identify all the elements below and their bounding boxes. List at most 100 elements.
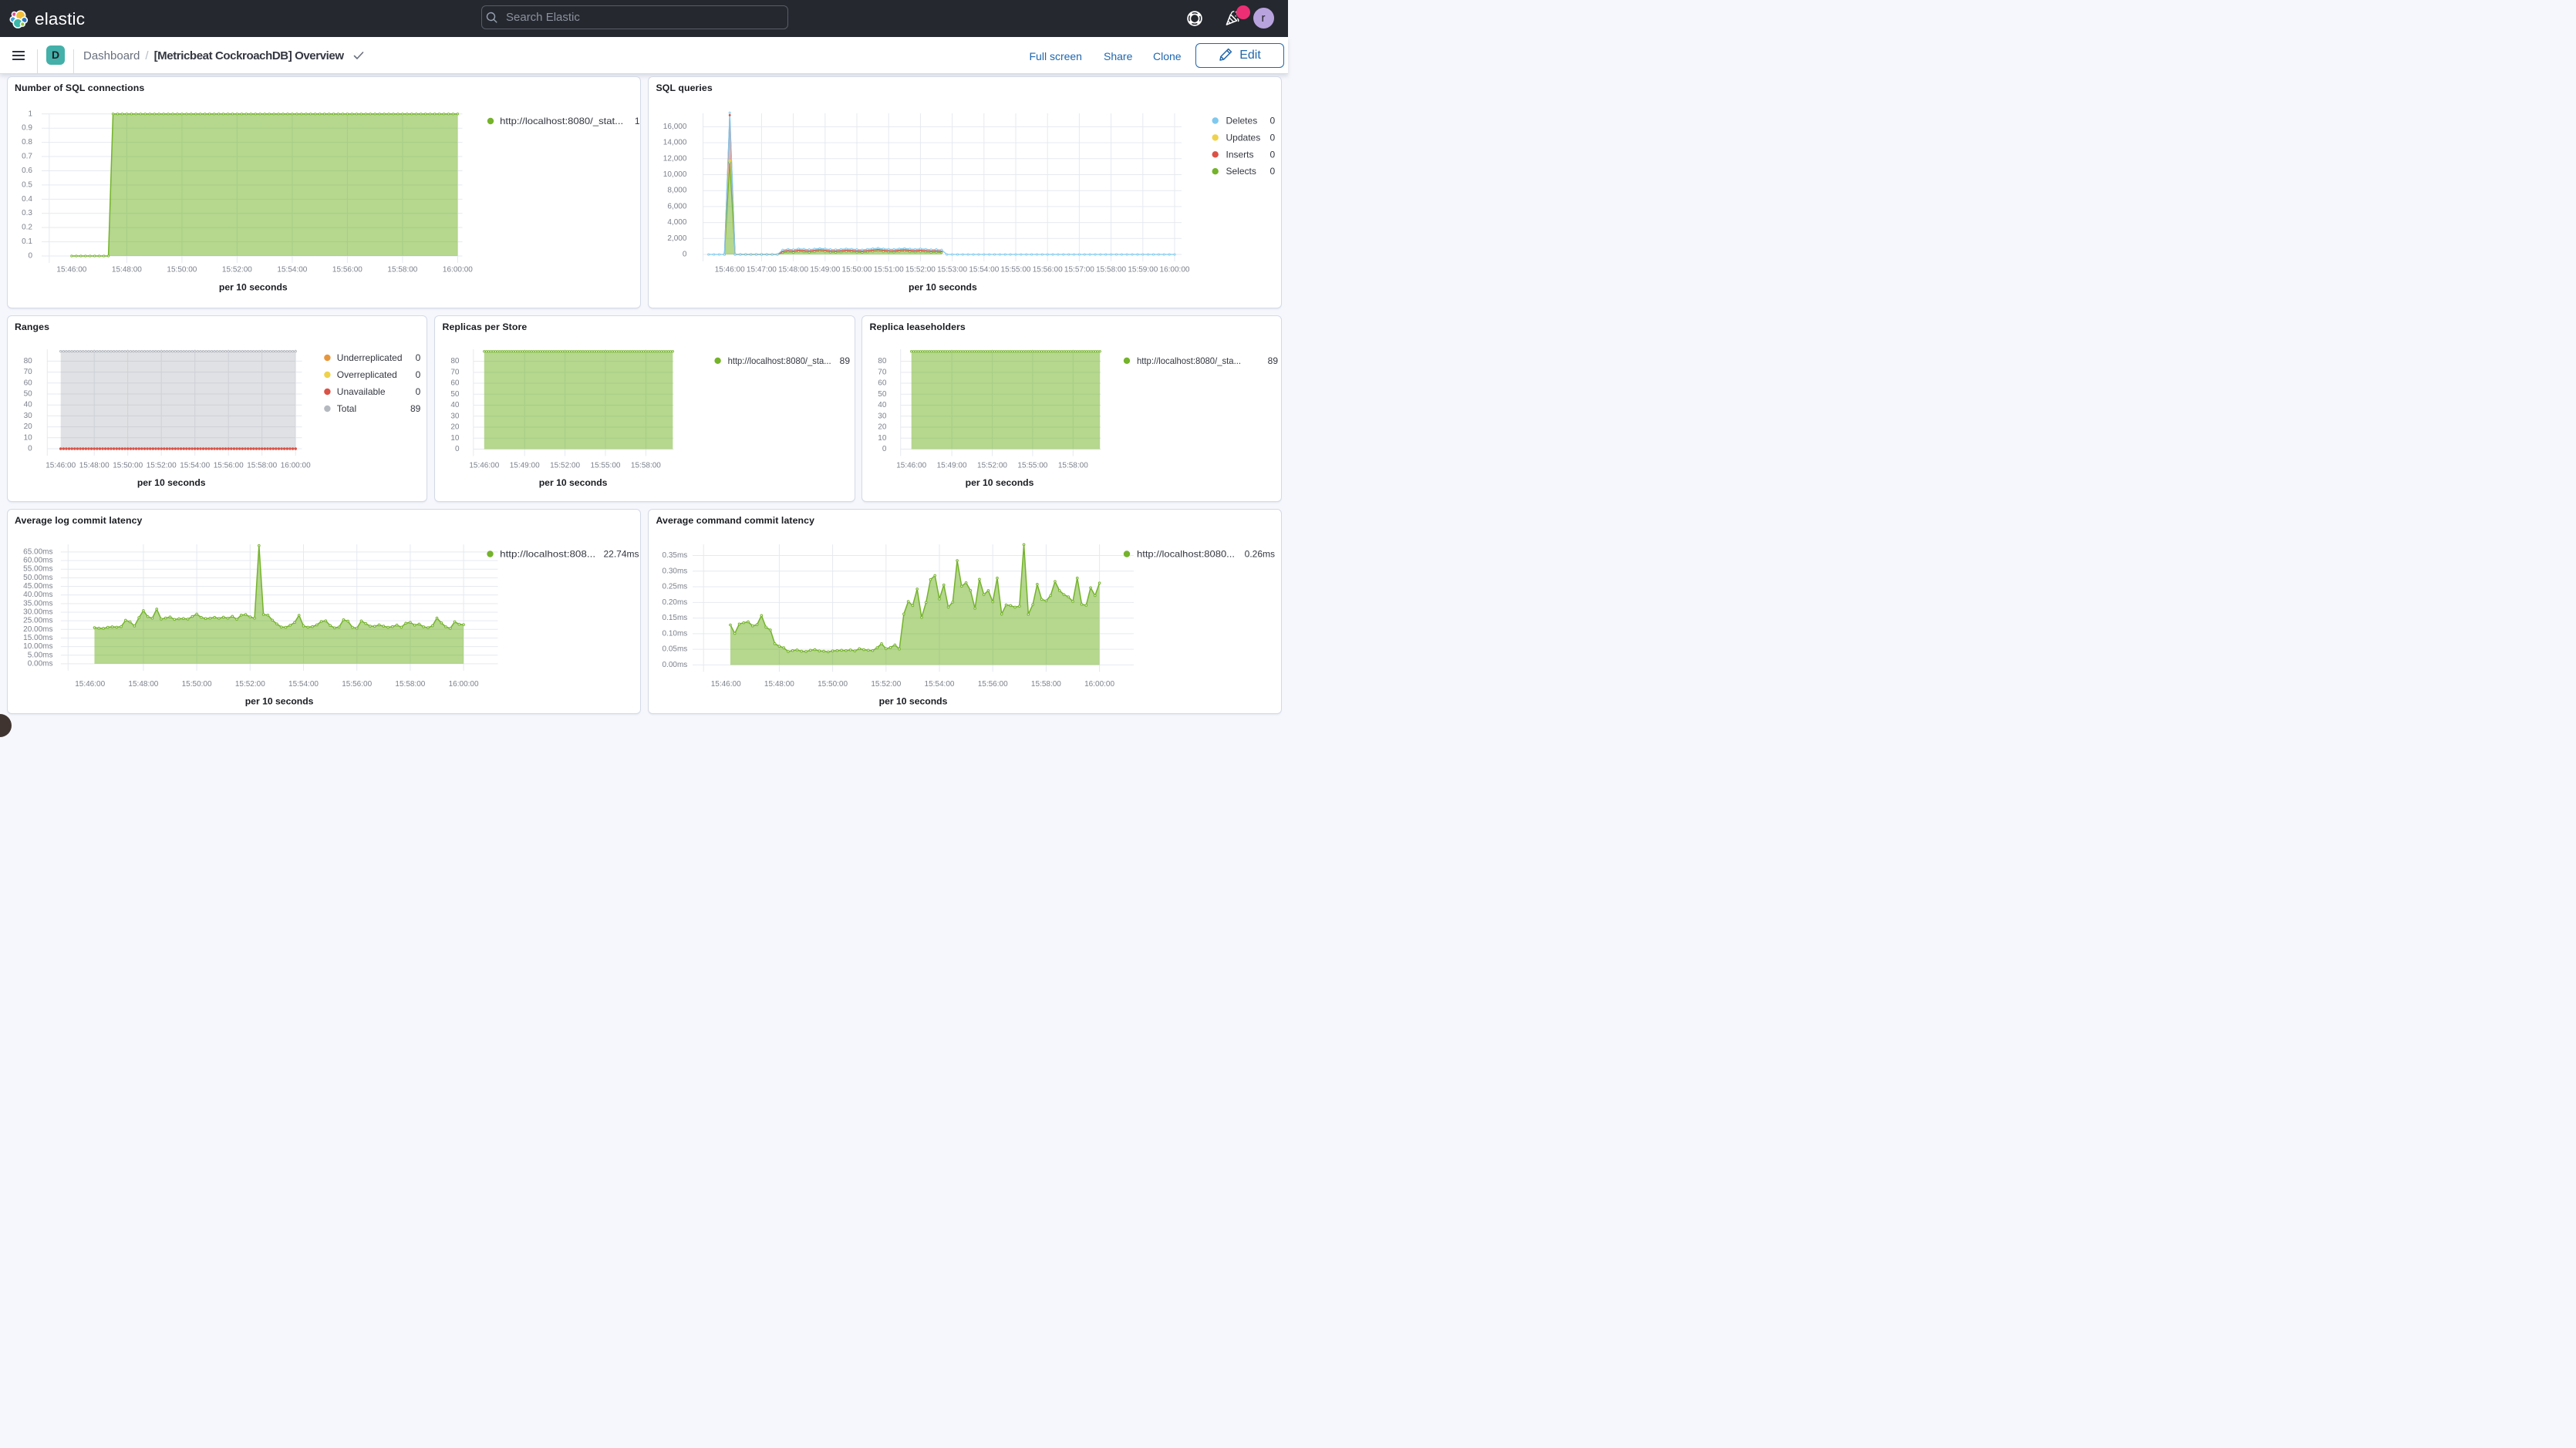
- svg-text:0.6: 0.6: [22, 167, 32, 175]
- svg-text:80: 80: [23, 357, 32, 365]
- svg-text:60: 60: [450, 379, 460, 388]
- svg-text:15:53:00: 15:53:00: [937, 266, 967, 274]
- svg-text:15:48:00: 15:48:00: [778, 266, 808, 274]
- svg-text:15:52:00: 15:52:00: [234, 680, 265, 689]
- svg-text:10.00ms: 10.00ms: [23, 642, 52, 651]
- svg-text:15:52:00: 15:52:00: [550, 462, 580, 470]
- svg-text:0: 0: [1270, 149, 1276, 160]
- svg-text:0.1: 0.1: [22, 237, 32, 246]
- svg-text:65.00ms: 65.00ms: [23, 547, 52, 556]
- svg-text:15:51:00: 15:51:00: [874, 266, 904, 274]
- svg-text:per 10 seconds: per 10 seconds: [137, 477, 205, 488]
- svg-text:70: 70: [450, 368, 460, 376]
- svg-text:15:46:00: 15:46:00: [711, 680, 741, 689]
- svg-text:0.9: 0.9: [22, 124, 32, 133]
- svg-text:22.74ms: 22.74ms: [603, 549, 639, 560]
- svg-text:15:54:00: 15:54:00: [180, 462, 210, 470]
- svg-text:0.26ms: 0.26ms: [1245, 549, 1275, 560]
- svg-text:15:48:00: 15:48:00: [111, 266, 141, 274]
- svg-text:8,000: 8,000: [667, 187, 686, 195]
- svg-text:15:56:00: 15:56:00: [1033, 266, 1063, 274]
- svg-text:15:46:00: 15:46:00: [715, 266, 745, 274]
- svg-text:2,000: 2,000: [667, 234, 686, 243]
- svg-text:0: 0: [415, 352, 420, 363]
- svg-text:80: 80: [878, 357, 887, 365]
- svg-text:50: 50: [450, 390, 460, 399]
- svg-text:15:56:00: 15:56:00: [978, 680, 1008, 689]
- svg-text:60: 60: [23, 379, 32, 387]
- svg-text:30: 30: [878, 412, 887, 420]
- svg-text:16:00:00: 16:00:00: [442, 266, 472, 274]
- svg-text:15:52:00: 15:52:00: [905, 266, 936, 274]
- svg-text:15:49:00: 15:49:00: [937, 462, 967, 470]
- svg-text:15:58:00: 15:58:00: [631, 462, 661, 470]
- svg-text:1: 1: [28, 109, 32, 118]
- svg-text:0.4: 0.4: [22, 195, 32, 204]
- svg-text:per 10 seconds: per 10 seconds: [244, 696, 313, 707]
- svg-text:0.15ms: 0.15ms: [663, 614, 688, 622]
- svg-text:per 10 seconds: per 10 seconds: [539, 477, 608, 488]
- svg-text:10: 10: [878, 434, 887, 443]
- svg-text:15:50:00: 15:50:00: [818, 680, 848, 689]
- svg-text:15:54:00: 15:54:00: [969, 266, 999, 274]
- svg-text:6,000: 6,000: [667, 202, 686, 210]
- svg-text:0.35ms: 0.35ms: [663, 551, 688, 560]
- svg-text:0: 0: [415, 386, 420, 397]
- svg-text:15:56:00: 15:56:00: [342, 680, 372, 689]
- svg-text:0.25ms: 0.25ms: [663, 583, 688, 591]
- svg-text:15:46:00: 15:46:00: [46, 462, 76, 470]
- svg-text:89: 89: [1268, 355, 1279, 366]
- svg-text:15:58:00: 15:58:00: [395, 680, 425, 689]
- svg-text:0: 0: [28, 252, 32, 261]
- svg-text:15:58:00: 15:58:00: [1031, 680, 1061, 689]
- svg-text:0.00ms: 0.00ms: [27, 659, 52, 668]
- svg-text:Inserts: Inserts: [1226, 149, 1254, 160]
- svg-text:15:55:00: 15:55:00: [1017, 462, 1047, 470]
- svg-text:15:46:00: 15:46:00: [469, 462, 499, 470]
- svg-text:15:46:00: 15:46:00: [56, 266, 86, 274]
- svg-text:0.20ms: 0.20ms: [663, 598, 688, 607]
- svg-text:15:55:00: 15:55:00: [1001, 266, 1031, 274]
- svg-text:15:46:00: 15:46:00: [75, 680, 105, 689]
- svg-text:15:48:00: 15:48:00: [79, 462, 109, 470]
- svg-text:15:58:00: 15:58:00: [387, 266, 417, 274]
- svg-text:5.00ms: 5.00ms: [27, 651, 52, 659]
- svg-text:0.3: 0.3: [22, 209, 32, 217]
- svg-text:per 10 seconds: per 10 seconds: [966, 477, 1034, 488]
- svg-text:15.00ms: 15.00ms: [23, 634, 52, 642]
- svg-text:25.00ms: 25.00ms: [23, 617, 52, 625]
- svg-text:15:55:00: 15:55:00: [591, 462, 621, 470]
- svg-text:16:00:00: 16:00:00: [1084, 680, 1114, 689]
- svg-text:15:54:00: 15:54:00: [288, 680, 319, 689]
- svg-text:15:58:00: 15:58:00: [1096, 266, 1126, 274]
- svg-text:0: 0: [455, 445, 460, 453]
- svg-text:70: 70: [878, 368, 887, 376]
- svg-text:15:54:00: 15:54:00: [277, 266, 307, 274]
- svg-text:0.00ms: 0.00ms: [663, 661, 688, 669]
- svg-text:20: 20: [878, 423, 887, 432]
- svg-text:30: 30: [23, 412, 32, 420]
- svg-text:50: 50: [878, 390, 887, 399]
- svg-text:0: 0: [1270, 132, 1276, 143]
- svg-text:4,000: 4,000: [667, 218, 686, 227]
- svg-text:20: 20: [23, 423, 32, 431]
- svg-text:http://localhost:8080/_sta...: http://localhost:8080/_sta...: [1137, 355, 1241, 366]
- svg-text:15:52:00: 15:52:00: [977, 462, 1007, 470]
- svg-text:15:50:00: 15:50:00: [181, 680, 211, 689]
- svg-text:0: 0: [28, 445, 32, 453]
- svg-text:70: 70: [23, 368, 32, 376]
- svg-text:40: 40: [450, 401, 460, 409]
- svg-text:60: 60: [878, 379, 887, 388]
- svg-text:Total: Total: [336, 403, 356, 414]
- svg-text:15:56:00: 15:56:00: [213, 462, 243, 470]
- svg-text:0: 0: [683, 251, 687, 259]
- svg-text:15:50:00: 15:50:00: [842, 266, 872, 274]
- svg-text:15:58:00: 15:58:00: [1058, 462, 1088, 470]
- svg-text:15:58:00: 15:58:00: [247, 462, 277, 470]
- svg-text:10,000: 10,000: [663, 170, 687, 179]
- svg-text:0: 0: [1270, 116, 1276, 126]
- svg-text:Selects: Selects: [1226, 166, 1256, 177]
- svg-text:55.00ms: 55.00ms: [23, 565, 52, 574]
- svg-text:40: 40: [878, 401, 887, 409]
- svg-text:50: 50: [23, 390, 32, 399]
